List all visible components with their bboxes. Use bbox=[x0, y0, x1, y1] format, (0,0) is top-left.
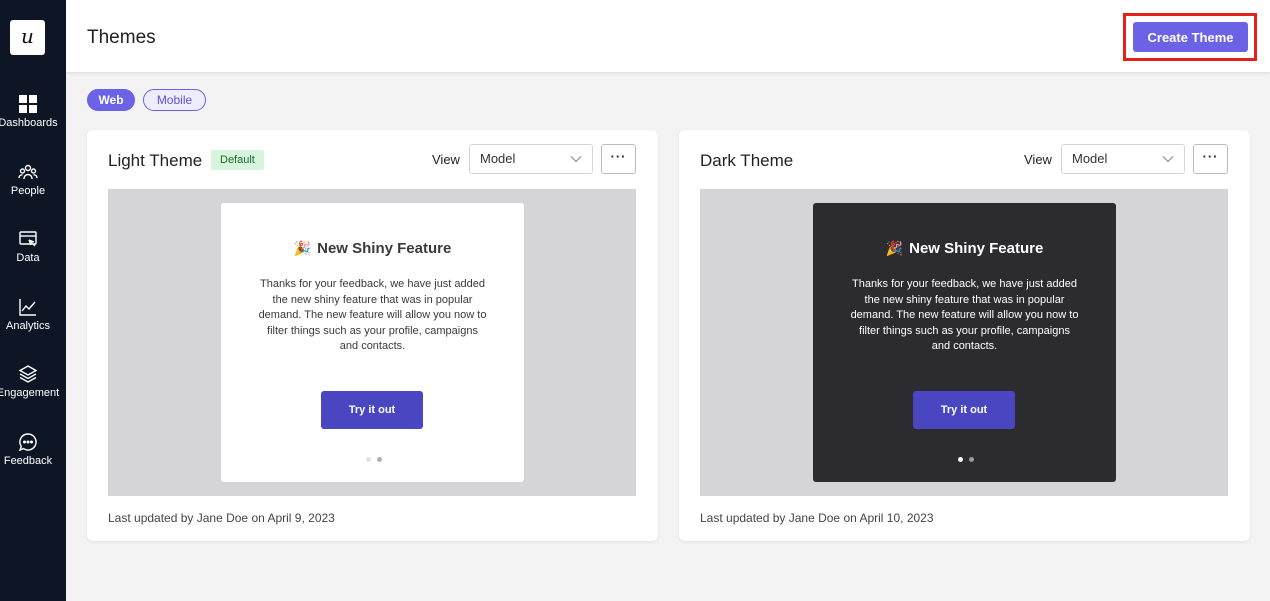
page-header: Themes Create Theme bbox=[66, 0, 1270, 73]
view-label: View bbox=[1024, 152, 1052, 167]
pagination-dots bbox=[362, 457, 386, 463]
preview-modal-body: Thanks for your feedback, we have just a… bbox=[258, 278, 487, 352]
pagination-dot-active bbox=[958, 457, 963, 462]
dashboard-icon bbox=[19, 95, 37, 113]
chevron-down-icon bbox=[570, 156, 582, 163]
theme-name: Dark Theme bbox=[700, 151, 794, 170]
tab-web[interactable]: Web bbox=[87, 89, 135, 111]
page-title: Themes bbox=[87, 27, 156, 48]
nav-label-data: Data bbox=[16, 252, 40, 264]
pagination-dots bbox=[954, 457, 978, 463]
nav-item-engagement[interactable]: Engagement bbox=[0, 364, 59, 399]
nav-label-engagement: Engagement bbox=[0, 387, 60, 399]
view-label: View bbox=[432, 152, 460, 167]
pagination-dot-active bbox=[377, 457, 382, 462]
nav-item-analytics[interactable]: Analytics bbox=[0, 297, 56, 332]
last-updated-text: Last updated by Jane Doe on April 10, 20… bbox=[700, 511, 934, 525]
pagination-dot bbox=[366, 457, 371, 462]
nav-item-dashboards[interactable]: Dashboards bbox=[0, 94, 58, 129]
nav-item-data[interactable]: Data bbox=[0, 229, 56, 264]
preview-title-text: New Shiny Feature bbox=[909, 240, 1044, 257]
more-options-button[interactable]: ··· bbox=[1193, 144, 1228, 174]
theme-preview: 🎉 New Shiny Feature Thanks for your feedb… bbox=[108, 189, 636, 496]
preview-modal: 🎉 New Shiny Feature Thanks for your feedb… bbox=[813, 203, 1116, 482]
theme-name: Light Theme bbox=[108, 151, 203, 170]
more-options-button[interactable]: ··· bbox=[601, 144, 636, 174]
view-select[interactable]: Model bbox=[469, 144, 593, 174]
preview-title-text: New Shiny Feature bbox=[317, 240, 452, 257]
analytics-icon bbox=[19, 299, 36, 316]
nav-item-people[interactable]: People bbox=[0, 162, 56, 197]
nav-label-people: People bbox=[10, 185, 46, 197]
theme-preview: 🎉 New Shiny Feature Thanks for your feedb… bbox=[700, 189, 1228, 496]
preview-modal-title: 🎉 New Shiny Feature bbox=[813, 240, 1116, 257]
try-it-out-button: Try it out bbox=[321, 391, 423, 429]
sidebar: u Dashboards People Data Analytics Engag… bbox=[0, 0, 66, 601]
view-select-value: Model bbox=[480, 151, 516, 166]
view-select-value: Model bbox=[1072, 151, 1108, 166]
nav-label-dashboards: Dashboards bbox=[0, 117, 58, 129]
app-logo[interactable]: u bbox=[10, 20, 45, 55]
party-icon: 🎉 bbox=[885, 240, 904, 256]
last-updated-text: Last updated by Jane Doe on April 9, 202… bbox=[108, 511, 335, 525]
preview-modal-body: Thanks for your feedback, we have just a… bbox=[850, 278, 1079, 352]
preview-modal-title: 🎉 New Shiny Feature bbox=[221, 240, 524, 257]
people-icon bbox=[18, 164, 38, 180]
view-select[interactable]: Model bbox=[1061, 144, 1185, 174]
try-it-out-button: Try it out bbox=[913, 391, 1015, 429]
nav-item-feedback[interactable]: Feedback bbox=[0, 432, 56, 467]
nav-label-analytics: Analytics bbox=[5, 320, 51, 332]
party-icon: 🎉 bbox=[293, 240, 312, 256]
layers-icon bbox=[18, 365, 38, 383]
pagination-dot bbox=[969, 457, 974, 462]
theme-card-dark: Dark Theme View Model ··· 🎉 New Shiny Fea… bbox=[679, 130, 1250, 541]
create-theme-button[interactable]: Create Theme bbox=[1133, 22, 1248, 52]
chat-icon bbox=[18, 433, 37, 452]
nav-label-feedback: Feedback bbox=[3, 455, 53, 467]
chevron-down-icon bbox=[1162, 156, 1174, 163]
default-badge: Default bbox=[211, 150, 264, 170]
data-icon bbox=[19, 231, 37, 247]
preview-modal: 🎉 New Shiny Feature Thanks for your feedb… bbox=[221, 203, 524, 482]
theme-card-light: Light Theme Default View Model ··· 🎉 New … bbox=[87, 130, 658, 541]
create-theme-highlight: Create Theme bbox=[1123, 13, 1257, 61]
tab-mobile[interactable]: Mobile bbox=[143, 89, 206, 111]
